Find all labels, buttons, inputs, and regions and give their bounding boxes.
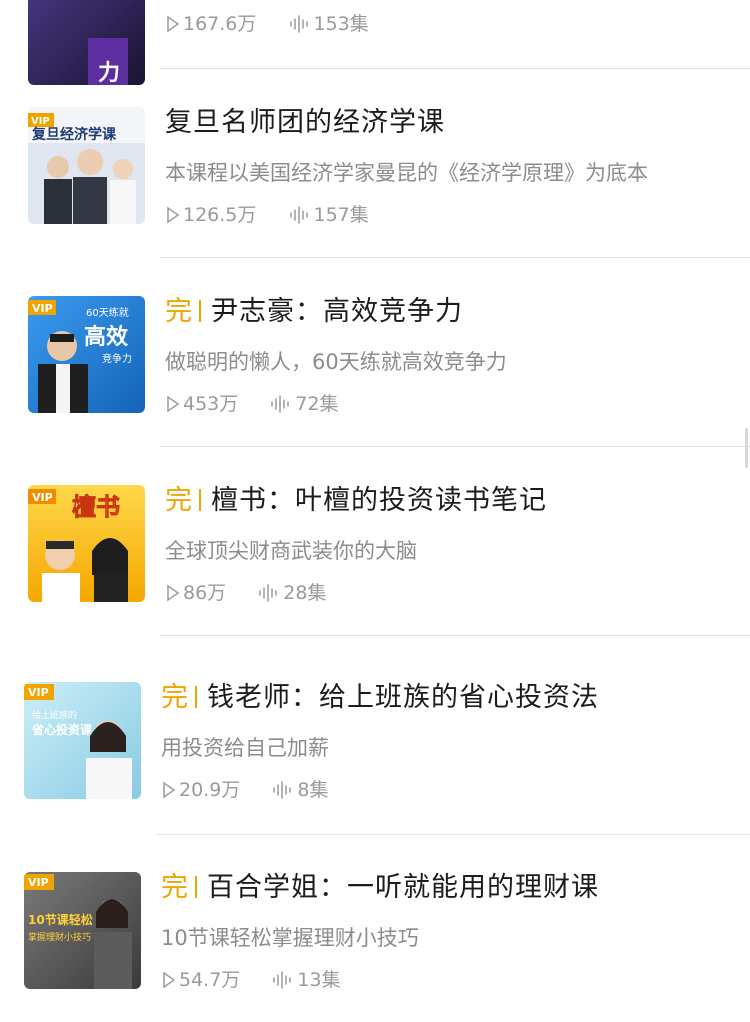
finished-tag: 完 [161,682,189,713]
episode-count-icon [289,205,311,231]
list-item[interactable]: VIP 给上班族的 省心投资课 完钱老师：给上班族的省心投资法 用投资给自己加薪… [0,640,750,835]
episode-count: 157集 [313,204,369,226]
title-separator [195,686,197,708]
vip-badge: VIP [32,302,53,315]
episode-count-icon [272,970,294,996]
course-description: 用投资给自己加薪 [161,736,329,760]
cover-artwork: VIP 10节课轻松 掌握理财小技巧 [24,872,141,989]
course-description: 10节课轻松掌握理财小技巧 [161,926,419,950]
cover-artwork: VIP 复旦经济学课 [28,107,145,224]
cover-title: 檀书 [72,493,120,521]
course-stats: 167.6万 153集 [166,11,369,40]
course-cover-image[interactable]: VIP 给上班族的 省心投资课 [24,682,141,799]
episode-count: 28集 [283,582,327,604]
course-cover-image[interactable]: VIP 60天练就 高效 竞争力 [28,296,145,413]
play-count: 167.6万 [183,13,257,35]
list-item[interactable]: VIP 复旦经济学课 复旦名师团的经济学课 本课程以美国经济学家曼昆的《经济学原… [0,69,750,258]
play-count: 20.9万 [179,779,241,801]
cover-artwork: VIP 60天练就 高效 竞争力 [28,296,145,413]
course-description: 本课程以美国经济学家曼昆的《经济学原理》为底本 [165,161,648,185]
title-separator [199,489,201,511]
course-description: 全球顶尖财商武装你的大脑 [165,539,417,563]
episode-count: 153集 [313,13,369,35]
play-count: 54.7万 [179,969,241,991]
episode-count-icon [258,583,280,609]
finished-tag: 完 [165,485,193,516]
title-separator [199,300,201,322]
episode-count-icon [270,394,292,420]
course-stats: 86万 28集 [166,580,326,609]
episode-count-icon [289,14,311,40]
episode-count-icon [272,780,294,806]
course-title[interactable]: 完百合学姐：一听就能用的理财课 [161,871,599,905]
list-item[interactable]: 力 167.6万 153集 [0,0,750,85]
cover-title: 高效 [84,324,128,350]
vip-badge: VIP [31,116,50,127]
cover-subtitle: 60天练就 [86,306,129,319]
play-count-icon [166,205,180,231]
play-count: 86万 [183,582,227,604]
play-count: 453万 [183,393,239,415]
title-separator [195,876,197,898]
finished-tag: 完 [161,872,189,903]
play-count-icon [166,394,180,420]
list-item[interactable]: VIP 60天练就 高效 竞争力 完尹志豪：高效竞争力 做聪明的懒人，60天练就… [0,258,750,447]
cover-artwork: VIP 给上班族的 省心投资课 [24,682,141,799]
course-stats: 20.9万 8集 [162,777,329,806]
vip-badge: VIP [28,686,49,699]
course-cover-image[interactable]: VIP 复旦经济学课 [28,107,145,224]
vip-badge: VIP [28,876,49,889]
scrollbar[interactable] [745,428,748,468]
play-count-icon [166,14,180,40]
course-cover-image[interactable]: VIP 10节课轻松 掌握理财小技巧 [24,872,141,989]
course-cover-image[interactable]: VIP 檀书 [28,485,145,602]
play-count-icon [166,583,180,609]
cover-artwork: VIP 檀书 [28,485,145,602]
episode-count: 8集 [297,779,329,801]
course-stats: 453万 72集 [166,391,339,420]
cover-title: 复旦经济学课 [31,126,117,143]
course-stats: 54.7万 13集 [162,967,341,996]
list-item[interactable]: VIP 10节课轻松 掌握理财小技巧 完百合学姐：一听就能用的理财课 10节课轻… [0,834,750,1022]
cover-caption: 竞争力 [102,352,132,365]
play-count-icon [162,780,176,806]
cover-subtitle: 掌握理财小技巧 [28,931,91,943]
play-count-icon [162,970,176,996]
list-item[interactable]: VIP 檀书 完檀书：叶檀的投资读书笔记 全球顶尖财商武装你的大脑 86万 28… [0,447,750,636]
course-description: 做聪明的懒人，60天练就高效竞争力 [165,350,507,374]
cover-subtitle: 给上班族的 [32,709,77,721]
item-divider [160,635,750,636]
cover-title: 省心投资课 [31,722,93,737]
course-title[interactable]: 完钱老师：给上班族的省心投资法 [161,681,599,715]
vip-badge: VIP [32,491,53,504]
course-title[interactable]: 完檀书：叶檀的投资读书笔记 [165,484,547,518]
course-title[interactable]: 完尹志豪：高效竞争力 [165,295,463,329]
finished-tag: 完 [165,296,193,327]
play-count: 126.5万 [183,204,257,226]
course-stats: 126.5万 157集 [166,202,369,231]
episode-count: 13集 [297,969,341,991]
cover-title: 10节课轻松 [28,912,93,927]
course-title[interactable]: 复旦名师团的经济学课 [165,106,445,140]
episode-count: 72集 [295,393,339,415]
